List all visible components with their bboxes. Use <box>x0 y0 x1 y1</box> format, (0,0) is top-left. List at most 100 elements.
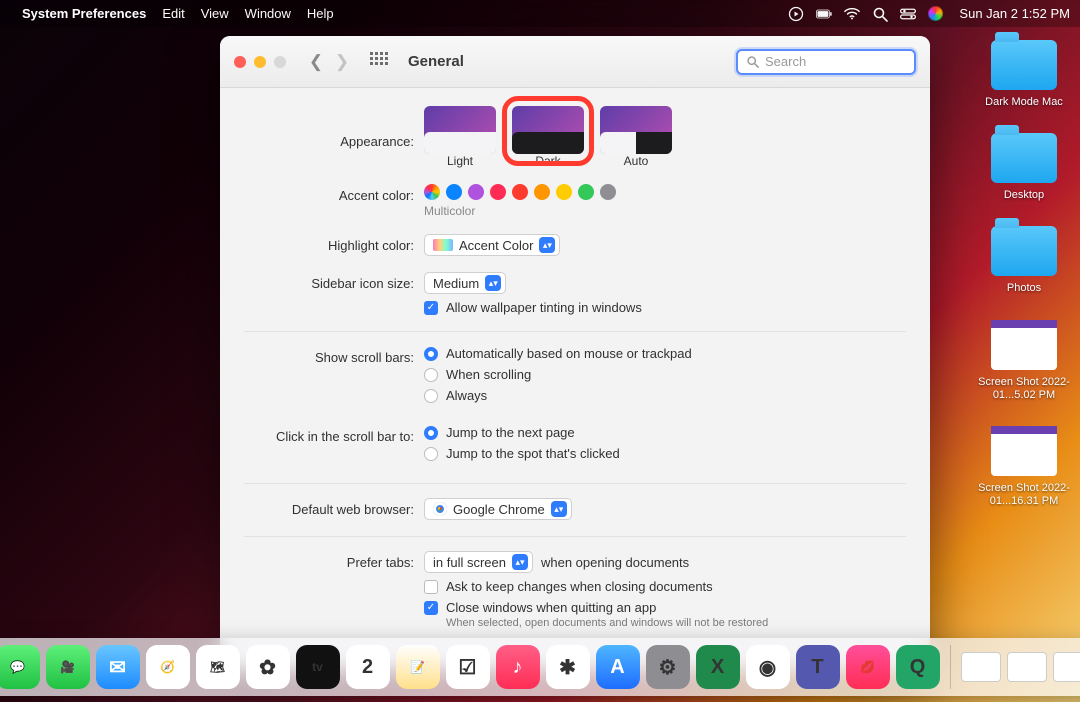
ask-keep-label: Ask to keep changes when closing documen… <box>446 579 713 594</box>
scrollbars-option-label: Always <box>446 388 487 403</box>
dock-notes[interactable]: 📝 <box>396 645 440 689</box>
radio-icon <box>424 447 438 461</box>
click-scroll-option-label: Jump to the spot that's clicked <box>446 446 620 461</box>
back-button[interactable]: ❮ <box>306 52 326 72</box>
appearance-option-dark[interactable]: Dark <box>512 106 584 168</box>
dock-appletv[interactable]: tv <box>296 645 340 689</box>
minimized-window[interactable] <box>961 652 1001 682</box>
accent-gray[interactable] <box>600 184 616 200</box>
ask-keep-row[interactable]: Ask to keep changes when closing documen… <box>424 579 906 594</box>
menu-view[interactable]: View <box>201 6 229 21</box>
highlight-row: Highlight color: Accent Color ▴▾ <box>244 234 906 256</box>
dock-sysprefs[interactable]: ⚙ <box>646 645 690 689</box>
scrollbars-option[interactable]: Always <box>424 388 906 403</box>
dock-divider <box>950 645 951 689</box>
preferences-content: Appearance: Light Dark Auto <box>220 88 930 670</box>
minimize-button[interactable] <box>254 56 266 68</box>
dock-messages[interactable]: 💬 <box>0 645 40 689</box>
desktop-folder[interactable]: Desktop <box>978 133 1070 202</box>
sidebar-size-value: Medium <box>433 276 479 291</box>
minimized-window[interactable] <box>1053 652 1080 682</box>
menu-edit[interactable]: Edit <box>162 6 184 21</box>
menu-help[interactable]: Help <box>307 6 334 21</box>
wallpaper-tinting-row[interactable]: ✓ Allow wallpaper tinting in windows <box>424 300 906 315</box>
appearance-option-auto[interactable]: Auto <box>600 106 672 168</box>
control-center-icon[interactable] <box>900 6 916 22</box>
dock-maps[interactable]: 🗺 <box>196 645 240 689</box>
dock-slack[interactable]: ✱ <box>546 645 590 689</box>
chevron-updown-icon: ▴▾ <box>512 554 528 570</box>
show-all-button[interactable] <box>370 52 390 72</box>
dock-lips[interactable]: 💋 <box>846 645 890 689</box>
checkbox-icon <box>424 580 438 594</box>
scrollbars-option[interactable]: Automatically based on mouse or trackpad <box>424 346 906 361</box>
search-placeholder: Search <box>765 54 806 69</box>
browser-select[interactable]: Google Chrome ▴▾ <box>424 498 572 520</box>
accent-pink[interactable] <box>490 184 506 200</box>
checkbox-icon: ✓ <box>424 601 438 615</box>
close-windows-note: When selected, open documents and window… <box>446 617 906 629</box>
scrollbars-row: Show scroll bars: Automatically based on… <box>244 346 906 409</box>
accent-purple[interactable] <box>468 184 484 200</box>
dock-facetime[interactable]: 🎥 <box>46 645 90 689</box>
desktop-folder[interactable]: Dark Mode Mac <box>978 40 1070 109</box>
radio-icon <box>424 368 438 382</box>
chevron-updown-icon: ▴▾ <box>485 275 501 291</box>
dock-photos[interactable]: ✿ <box>246 645 290 689</box>
tabs-row: Prefer tabs: in full screen ▴▾ when open… <box>244 551 906 629</box>
siri-icon[interactable] <box>928 6 943 21</box>
close-button[interactable] <box>234 56 246 68</box>
desktop-icons: Dark Mode Mac Desktop Photos Screen Shot… <box>978 40 1070 508</box>
dock-calendar[interactable]: 2 <box>346 645 390 689</box>
desktop-folder[interactable]: Photos <box>978 226 1070 295</box>
appearance-option-light[interactable]: Light <box>424 106 496 168</box>
appearance-row: Appearance: Light Dark Auto <box>244 106 906 168</box>
dock-quickbooks[interactable]: Q <box>896 645 940 689</box>
tabs-select[interactable]: in full screen ▴▾ <box>424 551 533 573</box>
accent-blue[interactable] <box>446 184 462 200</box>
click-scroll-label: Click in the scroll bar to: <box>244 425 424 444</box>
forward-button[interactable]: ❯ <box>332 52 352 72</box>
menubar-clock[interactable]: Sun Jan 2 1:52 PM <box>959 6 1070 21</box>
now-playing-icon[interactable] <box>788 6 804 22</box>
dock-excel[interactable]: X <box>696 645 740 689</box>
highlight-value: Accent Color <box>459 238 533 253</box>
dock-safari[interactable]: 🧭 <box>146 645 190 689</box>
dock-appstore[interactable]: A <box>596 645 640 689</box>
click-scroll-option[interactable]: Jump to the spot that's clicked <box>424 446 906 461</box>
section-divider <box>244 483 906 484</box>
app-menu[interactable]: System Preferences <box>22 6 146 21</box>
click-scroll-option[interactable]: Jump to the next page <box>424 425 906 440</box>
dock-teams[interactable]: T <box>796 645 840 689</box>
minimized-window[interactable] <box>1007 652 1047 682</box>
desktop-file[interactable]: Screen Shot 2022-01...16.31 PM <box>978 426 1070 508</box>
sidebar-size-select[interactable]: Medium ▴▾ <box>424 272 506 294</box>
chrome-icon <box>433 502 447 516</box>
chevron-updown-icon: ▴▾ <box>539 237 555 253</box>
accent-red[interactable] <box>512 184 528 200</box>
accent-multicolor[interactable] <box>424 184 440 200</box>
desktop-file[interactable]: Screen Shot 2022-01...5.02 PM <box>978 320 1070 402</box>
accent-yellow[interactable] <box>556 184 572 200</box>
menu-window[interactable]: Window <box>245 6 291 21</box>
dock-chrome[interactable]: ◉ <box>746 645 790 689</box>
close-windows-row[interactable]: ✓ Close windows when quitting an app <box>424 600 906 615</box>
checkbox-icon: ✓ <box>424 301 438 315</box>
dock-music[interactable]: ♪ <box>496 645 540 689</box>
dock-mail[interactable]: ✉ <box>96 645 140 689</box>
search-field[interactable]: Search <box>736 49 916 75</box>
accent-green[interactable] <box>578 184 594 200</box>
section-divider <box>244 536 906 537</box>
browser-value: Google Chrome <box>453 502 545 517</box>
scrollbars-option[interactable]: When scrolling <box>424 367 906 382</box>
accent-selected-name: Multicolor <box>424 204 906 218</box>
highlight-select[interactable]: Accent Color ▴▾ <box>424 234 560 256</box>
folder-icon <box>991 133 1057 183</box>
spotlight-icon[interactable] <box>872 6 888 22</box>
wifi-icon[interactable] <box>844 6 860 22</box>
accent-label: Accent color: <box>244 184 424 203</box>
dock-reminders[interactable]: ☑ <box>446 645 490 689</box>
battery-icon[interactable] <box>816 6 832 22</box>
zoom-button[interactable] <box>274 56 286 68</box>
accent-orange[interactable] <box>534 184 550 200</box>
